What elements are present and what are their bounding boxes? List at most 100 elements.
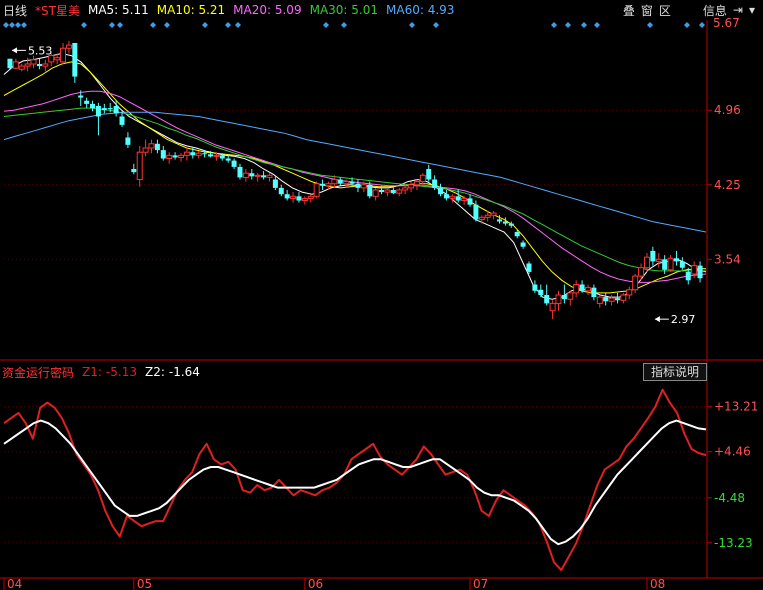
signal-diamond bbox=[21, 22, 27, 28]
candle-body bbox=[296, 196, 302, 201]
signal-diamond bbox=[164, 22, 170, 28]
candle-body bbox=[213, 154, 220, 157]
signal-diamond bbox=[323, 22, 329, 28]
x-tick-label: 08 bbox=[650, 577, 665, 590]
stock-name[interactable]: *ST星美 bbox=[35, 2, 80, 19]
signal-diamond bbox=[433, 22, 439, 28]
candle bbox=[131, 163, 137, 175]
candle-body bbox=[24, 63, 31, 67]
candle-body bbox=[426, 169, 432, 180]
annotation-label: 5.53 bbox=[28, 44, 52, 57]
signal-diamond bbox=[341, 22, 347, 28]
candle bbox=[148, 139, 155, 154]
candle-body bbox=[438, 187, 444, 195]
candle-body bbox=[620, 294, 627, 301]
candle bbox=[608, 295, 615, 306]
candle-body bbox=[249, 173, 255, 177]
candle-body bbox=[384, 189, 391, 193]
candle-body bbox=[432, 179, 438, 188]
candle bbox=[438, 183, 444, 197]
indicator-title[interactable]: 资金运行密码 bbox=[2, 364, 74, 381]
candle bbox=[95, 102, 101, 136]
candle-body bbox=[396, 189, 403, 194]
candle-body bbox=[461, 197, 468, 201]
candle-body bbox=[60, 47, 67, 63]
candle-body bbox=[526, 263, 532, 272]
signal-diamond bbox=[150, 22, 156, 28]
signal-diamond bbox=[81, 22, 87, 28]
candle bbox=[249, 169, 255, 180]
ma-legend-item: MA10: 5.21 bbox=[156, 3, 226, 17]
ma-legend-item: MA60: 4.93 bbox=[386, 3, 455, 17]
candle-body bbox=[402, 187, 409, 191]
candle-body bbox=[313, 183, 320, 197]
indicator-help-button[interactable]: 指标说明 bbox=[643, 363, 707, 381]
candle bbox=[136, 145, 143, 187]
dock-icon[interactable]: ⇥ bbox=[733, 3, 743, 17]
signal-markers bbox=[3, 22, 705, 28]
dropdown-icon[interactable]: ▾ bbox=[749, 3, 755, 17]
candle-body bbox=[54, 57, 61, 61]
signal-diamond bbox=[647, 22, 653, 28]
price-tick-label: 4.25 bbox=[714, 178, 741, 192]
candle-body bbox=[650, 250, 656, 262]
toolbar-right: 叠 窗 区 信息 ⇥ ▾ bbox=[623, 0, 763, 20]
candle bbox=[567, 290, 574, 306]
candle-body bbox=[284, 194, 290, 199]
candle-body bbox=[490, 212, 497, 216]
candle bbox=[237, 163, 243, 180]
candle-body bbox=[538, 289, 544, 295]
candle-body bbox=[42, 63, 49, 67]
candle-body bbox=[419, 174, 426, 183]
candle-body bbox=[443, 194, 449, 199]
candle bbox=[166, 152, 173, 164]
candle-body bbox=[573, 284, 580, 294]
candle bbox=[655, 253, 662, 268]
candle bbox=[538, 284, 544, 298]
indicator-tick-label: -13.23 bbox=[714, 536, 753, 550]
candle bbox=[549, 300, 556, 320]
candle-body bbox=[290, 195, 297, 199]
candle-body bbox=[190, 152, 196, 156]
candle-body bbox=[30, 59, 37, 65]
x-tick-label: 06 bbox=[308, 577, 323, 590]
ma-legend-item: MA5: 5.11 bbox=[87, 3, 149, 17]
ma-line-ma20 bbox=[3, 90, 707, 283]
candle bbox=[142, 139, 149, 157]
candle bbox=[72, 43, 78, 83]
candle-body bbox=[591, 287, 597, 298]
candle-body bbox=[502, 221, 508, 224]
candle-body bbox=[125, 137, 131, 145]
candle-body bbox=[107, 108, 113, 110]
kline-chart: 5.53 2.97 4.96 4.25 3.54 +13.21 +4.46 -4.48 -13… bbox=[0, 20, 763, 590]
annotation-arrowhead bbox=[11, 47, 17, 54]
candle-body bbox=[603, 297, 609, 302]
signal-diamond bbox=[581, 22, 587, 28]
candle bbox=[584, 284, 591, 295]
candle-body bbox=[614, 298, 620, 301]
candle-body bbox=[242, 172, 249, 178]
candle-body bbox=[408, 184, 415, 189]
candle bbox=[426, 164, 432, 182]
candle-body bbox=[237, 166, 243, 178]
period-label[interactable]: 日线 bbox=[3, 2, 27, 19]
candle bbox=[278, 184, 284, 197]
signal-diamond bbox=[202, 22, 208, 28]
candle bbox=[408, 181, 415, 193]
candle bbox=[413, 179, 420, 190]
signal-diamond bbox=[409, 22, 415, 28]
candle-body bbox=[166, 154, 173, 160]
range-button[interactable]: 区 bbox=[659, 2, 671, 19]
signal-diamond bbox=[9, 22, 15, 28]
candle bbox=[272, 176, 278, 190]
candle-body bbox=[643, 256, 650, 269]
price-grid bbox=[4, 109, 712, 544]
candle bbox=[596, 295, 603, 308]
overlay-button[interactable]: 叠 bbox=[623, 2, 635, 19]
candle bbox=[60, 43, 67, 64]
candle-body bbox=[508, 223, 514, 226]
annotation-label: 2.97 bbox=[671, 313, 696, 326]
window-button[interactable]: 窗 bbox=[641, 2, 653, 19]
candle bbox=[573, 280, 580, 298]
signal-diamond bbox=[225, 22, 231, 28]
